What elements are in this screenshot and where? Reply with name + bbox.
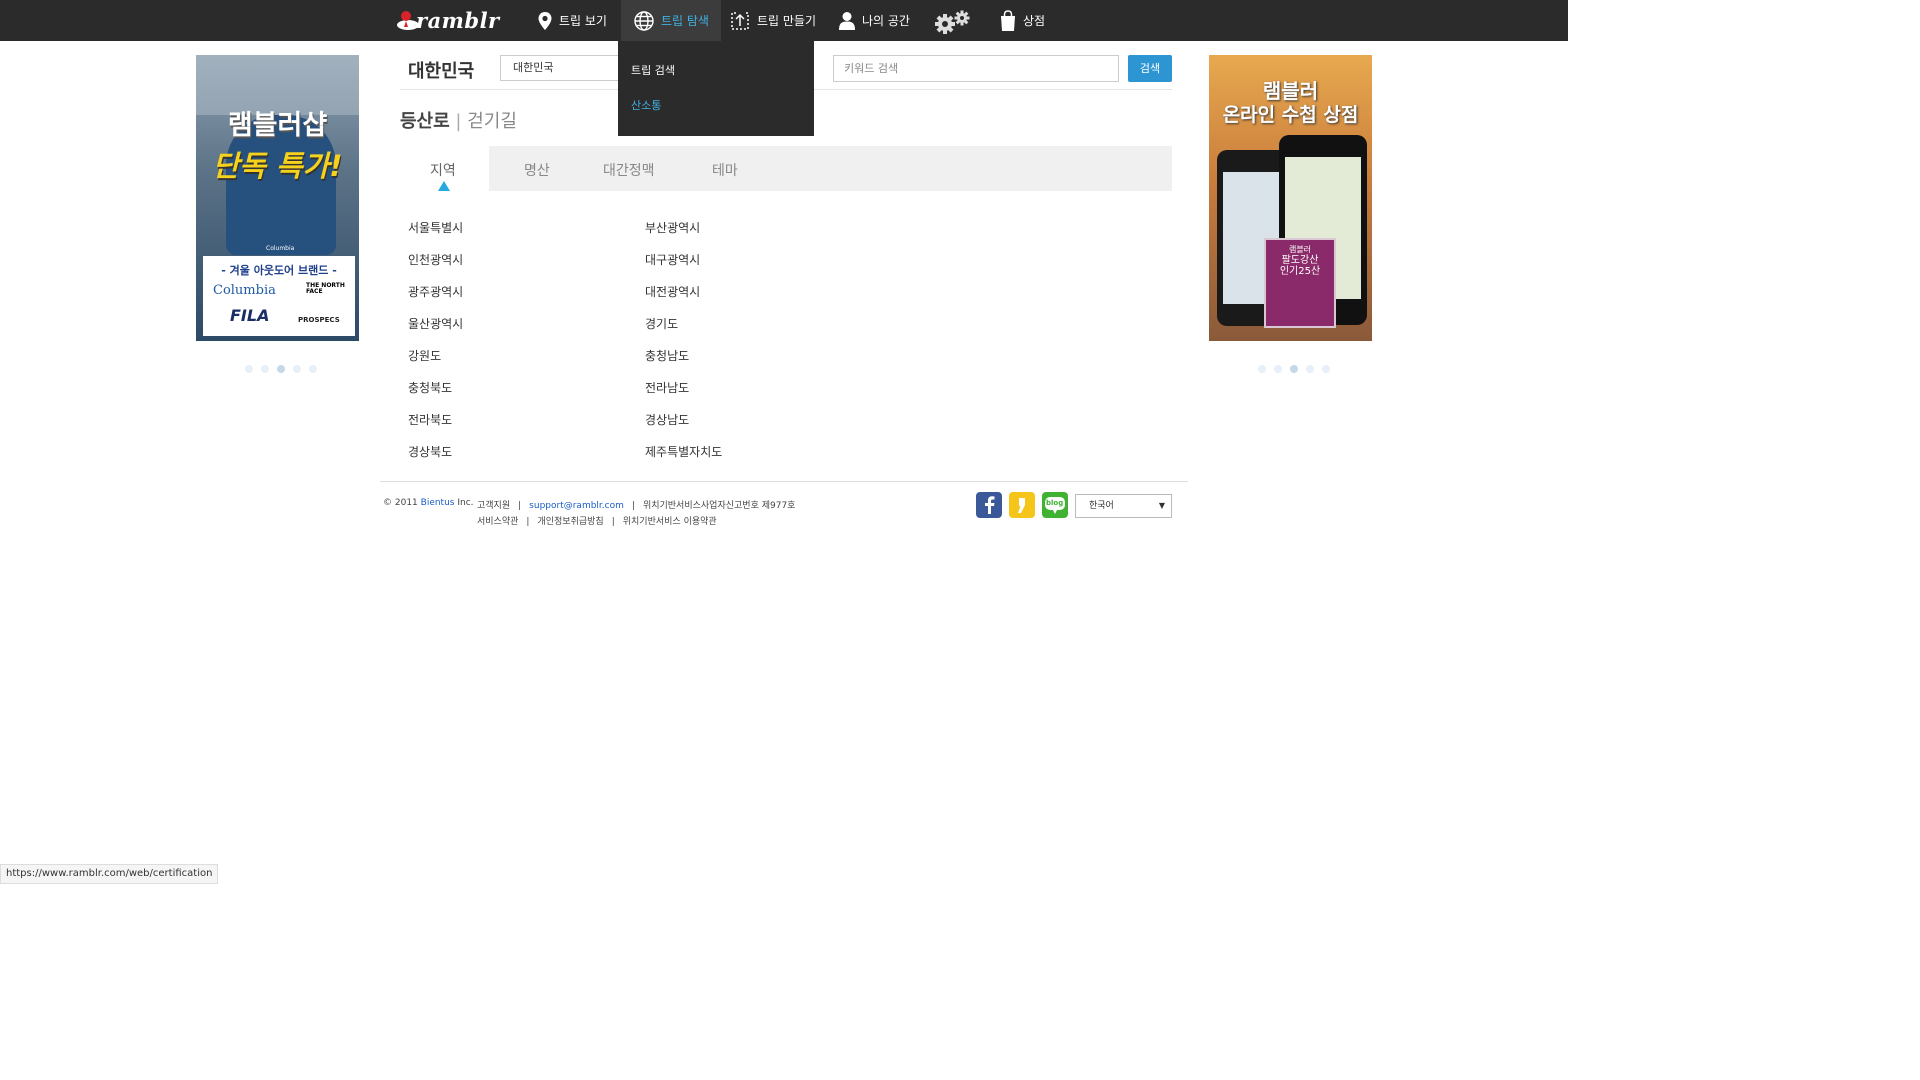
nav-label: 트립 보기 <box>559 14 607 28</box>
ad-brand-prospecs: PROSPECS <box>298 316 340 324</box>
pager-dot[interactable] <box>1258 365 1266 373</box>
footer-copyright: © 2011 Bientus Inc. <box>383 498 474 508</box>
region-link[interactable]: 인천광역시 <box>408 251 463 268</box>
upload-icon <box>729 10 751 32</box>
pager-dot[interactable] <box>293 365 301 373</box>
nav-my-space[interactable]: 나의 공간 <box>838 0 910 41</box>
location-terms-link[interactable]: 위치기반서비스 이용약관 <box>623 517 717 527</box>
customer-support-link[interactable]: 고객지원 <box>477 501 510 511</box>
region-link[interactable]: 전라북도 <box>408 411 452 428</box>
region-link[interactable]: 울산광역시 <box>408 315 463 332</box>
tab-bar-background <box>489 146 1172 191</box>
tab-famous-mountains[interactable]: 명산 <box>524 160 550 180</box>
region-link[interactable]: 대구광역시 <box>645 251 700 268</box>
naver-blog-icon[interactable]: blog <box>1042 492 1068 518</box>
region-link[interactable]: 경기도 <box>645 315 678 332</box>
country-select[interactable]: 대한민국 <box>500 55 630 81</box>
pager-dot[interactable] <box>1274 365 1282 373</box>
nav-trip-view[interactable]: 트립 보기 <box>537 0 607 41</box>
region-link[interactable]: 제주특별자치도 <box>645 443 722 460</box>
left-ad-pager <box>245 365 317 373</box>
tab-region[interactable]: 지역 <box>430 160 456 180</box>
naver-blog-label: blog <box>1046 499 1064 507</box>
region-link[interactable]: 부산광역시 <box>645 219 700 236</box>
pager-dot[interactable] <box>245 365 253 373</box>
ad-guidebook-title: 램블러 팔도강산 인기25산 <box>1279 245 1321 277</box>
region-link[interactable]: 강원도 <box>408 347 441 364</box>
left-ad-banner[interactable]: 램블러샵 단독 특가! Columbia - 겨울 아웃도어 브랜드 - Col… <box>196 55 359 341</box>
terms-link[interactable]: 서비스약관 <box>477 517 518 527</box>
category-walking-trails[interactable]: 걷기길 <box>467 111 517 132</box>
chevron-down-icon: ▼ <box>1158 501 1165 510</box>
language-value: 한국어 <box>1089 501 1114 511</box>
region-link[interactable]: 광주광역시 <box>408 283 463 300</box>
ad-headline-1: 램블러샵 <box>227 110 328 141</box>
pager-dot[interactable] <box>1306 365 1314 373</box>
ad-guidebook: 램블러 팔도강산 인기25산 <box>1264 238 1336 328</box>
keyword-search-input[interactable] <box>833 55 1119 82</box>
active-tab-caret-icon <box>438 181 450 191</box>
pager-dot-active[interactable] <box>1290 365 1298 373</box>
search-button[interactable]: 검색 <box>1128 55 1172 82</box>
category-hiking-trails[interactable]: 등산로 <box>400 111 450 132</box>
footer-divider <box>380 481 1188 482</box>
pager-dot[interactable] <box>1322 365 1330 373</box>
ad-brand-fila: FILA <box>230 306 270 325</box>
footer-links-row-1: 고객지원 | support@ramblr.com | 위치기반서비스사업자신고번호 제… <box>477 501 796 511</box>
ad-brand-northface: THE NORTH FACE <box>306 282 345 295</box>
ad-headline-2: 단독 특가! <box>212 149 343 183</box>
license-text: 위치기반서비스사업자신고번호 제977호 <box>642 501 796 511</box>
ad-brand-columbia: Columbia <box>213 283 276 298</box>
footer-links-row-2: 서비스약관 | 개인정보취급방침 | 위치기반서비스 이용약관 <box>477 517 717 527</box>
region-link[interactable]: 서울특별시 <box>408 219 463 236</box>
country-title: 대한민국 <box>408 61 475 82</box>
region-link[interactable]: 경상남도 <box>645 411 689 428</box>
category-separator: | <box>455 111 462 132</box>
tab-theme[interactable]: 테마 <box>712 160 738 180</box>
logo-text: ramblr <box>416 8 500 33</box>
privacy-link[interactable]: 개인정보취급방침 <box>537 517 603 527</box>
nav-label: 상점 <box>1023 14 1046 28</box>
browser-status-url: https://www.ramblr.com/web/certification <box>0 864 219 884</box>
nav-label: 트립 만들기 <box>757 14 817 28</box>
top-navigation-bar: ramblr 트립 보기 트립 탐색 트립 만들기 나의 공간 상점 <box>0 0 1568 41</box>
right-ad-pager <box>1258 365 1330 373</box>
shopping-bag-icon <box>999 9 1017 32</box>
nav-trip-explore[interactable]: 트립 탐색 <box>621 0 721 41</box>
gears-icon <box>934 7 974 35</box>
kakaostory-icon[interactable] <box>1009 492 1035 518</box>
globe-icon <box>633 10 655 32</box>
facebook-icon[interactable] <box>976 492 1002 518</box>
ad-jacket-brand: Columbia <box>266 245 295 252</box>
ad-brand-banner: - 겨울 아웃도어 브랜드 - <box>221 264 337 277</box>
region-link[interactable]: 충청북도 <box>408 379 452 396</box>
pager-dot[interactable] <box>261 365 269 373</box>
ad-brand-panel: - 겨울 아웃도어 브랜드 - Columbia THE NORTH FACE … <box>203 256 355 336</box>
pager-dot[interactable] <box>309 365 317 373</box>
trip-explore-dropdown: 트립 검색 산소통 <box>618 41 814 136</box>
nav-label: 나의 공간 <box>862 14 910 28</box>
region-link[interactable]: 경상북도 <box>408 443 452 460</box>
nav-label: 트립 탐색 <box>661 14 709 28</box>
region-link[interactable]: 충청남도 <box>645 347 689 364</box>
company-link[interactable]: Bientus <box>421 498 455 508</box>
user-icon <box>838 11 856 31</box>
language-select[interactable]: 한국어 ▼ <box>1075 494 1172 518</box>
right-ad-banner[interactable]: 램블러 온라인 수첩 상점 램블러 팔도강산 인기25산 <box>1209 55 1372 341</box>
nav-settings[interactable] <box>934 0 980 41</box>
region-link[interactable]: 전라남도 <box>645 379 689 396</box>
ad-headline-2: 온라인 수첩 상점 <box>1222 104 1359 126</box>
category-heading: 등산로 | 걷기길 <box>400 107 517 133</box>
dropdown-item-oxygen[interactable]: 산소통 <box>631 97 661 113</box>
dropdown-item-trip-search[interactable]: 트립 검색 <box>631 62 675 78</box>
region-link[interactable]: 대전광역시 <box>645 283 700 300</box>
pager-dot-active[interactable] <box>277 365 285 373</box>
nav-store[interactable]: 상점 <box>999 0 1045 41</box>
support-email-link[interactable]: support@ramblr.com <box>529 501 624 511</box>
map-pin-icon <box>537 11 553 31</box>
ramblr-logo[interactable]: ramblr <box>396 6 500 36</box>
tab-ridge-lines[interactable]: 대간정맥 <box>603 160 655 180</box>
nav-trip-create[interactable]: 트립 만들기 <box>729 0 816 41</box>
